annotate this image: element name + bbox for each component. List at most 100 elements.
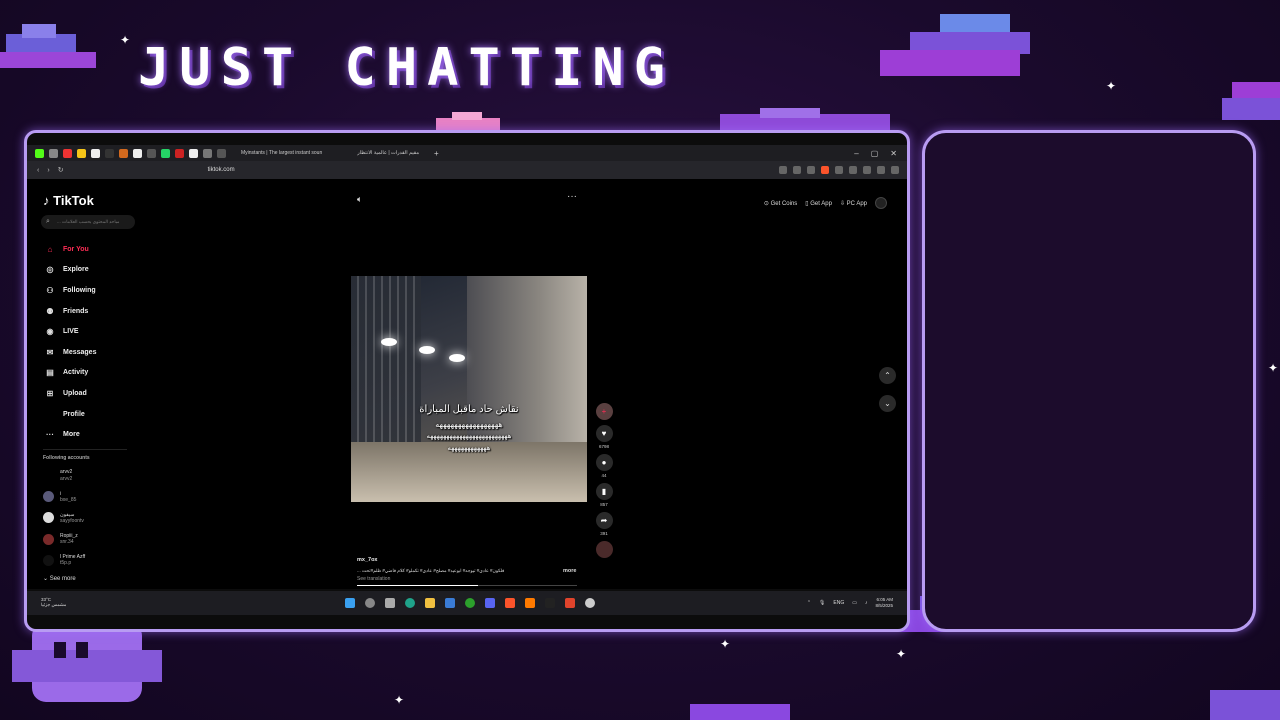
tab-icon-whatsapp[interactable] — [161, 148, 170, 158]
edge-icon[interactable] — [405, 598, 415, 608]
tab-icon-7[interactable] — [119, 148, 128, 158]
search-icon[interactable] — [365, 598, 375, 608]
tab-icon-8[interactable] — [133, 148, 142, 158]
store-icon[interactable] — [445, 598, 455, 608]
new-tab-button[interactable]: + — [434, 149, 439, 158]
tab-icon-5[interactable] — [91, 148, 100, 158]
post-username[interactable]: mx_7ox — [357, 557, 577, 563]
sidebar-item-for-you[interactable]: ⌂ For You — [43, 239, 96, 260]
more-options-icon[interactable]: ··· — [567, 191, 577, 202]
obs-icon[interactable] — [585, 598, 595, 608]
sidebar-item-live[interactable]: ◉ LIVE — [43, 321, 96, 342]
avatar — [43, 491, 54, 503]
share-button[interactable]: ➦ 391 — [593, 512, 615, 536]
following-account[interactable]: Ropiii_z snr.34 — [43, 529, 85, 550]
reload-icon[interactable]: ↻ — [58, 166, 64, 174]
music-disc[interactable] — [593, 541, 615, 558]
avatar — [43, 512, 54, 524]
star-3: ✦ — [720, 637, 731, 651]
brave-active-icon[interactable] — [565, 598, 575, 608]
sidebar-item-following[interactable]: ⚇ Following — [43, 280, 96, 301]
tab-icon-13[interactable] — [203, 148, 212, 158]
like-button[interactable]: ♥ 6798 — [593, 425, 615, 449]
extension-icon-5[interactable] — [835, 166, 843, 174]
video-light — [381, 338, 397, 346]
tab-icon-youtube[interactable] — [63, 148, 72, 158]
comment-button[interactable]: ● 44 — [593, 454, 615, 478]
language-indicator[interactable]: ENG — [833, 600, 844, 606]
previous-video-button[interactable]: ⌃ — [879, 367, 896, 384]
extension-icon-6[interactable] — [849, 166, 857, 174]
tab-arabic[interactable]: مقيم القدرات | عالمية الانتظار — [357, 150, 419, 156]
sidebar-item-messages[interactable]: ✉ Messages — [43, 342, 97, 363]
volume-icon[interactable]: ♪ — [865, 600, 868, 606]
bookmark-count: 857 — [600, 502, 608, 507]
sidebar-item-upload[interactable]: ⊞ Upload — [43, 383, 96, 404]
tab-icon-9[interactable] — [147, 148, 156, 158]
sidebar-item-profile[interactable]: Profile — [43, 404, 96, 425]
back-icon[interactable]: ‹ — [37, 167, 39, 174]
next-video-button[interactable]: ⌄ — [879, 395, 896, 412]
following-account[interactable]: سيفون sayyfoontv — [43, 507, 85, 528]
video-player[interactable]: نقاش حاد ماقبل المباراة هههههههههههههههه… — [351, 276, 587, 502]
close-button[interactable]: ✕ — [890, 149, 897, 158]
tiktok-logo[interactable]: ♪ TikTok — [43, 193, 94, 208]
pc-app-button[interactable]: ⇩ PC App — [840, 200, 867, 207]
camera-frame — [922, 130, 1256, 632]
following-account[interactable]: l Prime Azff t5p.p — [43, 550, 85, 571]
tab-icon-kick[interactable] — [35, 148, 44, 158]
app-icon[interactable] — [525, 598, 535, 608]
menu-icon[interactable] — [891, 166, 899, 174]
tab-icon-12[interactable] — [189, 148, 198, 158]
tab-icon-14[interactable] — [217, 148, 226, 158]
chevron-down-icon: ⌄ — [43, 576, 49, 582]
chevron-up-icon[interactable]: ⌃ — [807, 600, 811, 606]
tab-icon-4[interactable] — [77, 148, 86, 158]
task-view-icon[interactable] — [385, 598, 395, 608]
tab-icon-2[interactable] — [49, 148, 58, 158]
maximize-button[interactable]: ▢ — [871, 149, 879, 158]
more-icon: ··· — [46, 430, 54, 440]
see-more-label: See more — [49, 576, 76, 582]
see-more-button[interactable]: ⌄ See more — [43, 575, 76, 582]
tab-myinstants[interactable]: Myinstants | The largest instant soun — [241, 150, 322, 156]
extension-icon-2[interactable] — [793, 166, 801, 174]
sidebar-item-explore[interactable]: ◎ Explore — [43, 260, 96, 281]
more-link[interactable]: more — [563, 568, 576, 574]
minimize-button[interactable]: – — [854, 149, 858, 158]
profile-avatar[interactable] — [875, 197, 887, 209]
network-icon[interactable]: ▭ — [852, 600, 857, 606]
get-app-button[interactable]: ▯ Get App — [805, 200, 832, 207]
following-account[interactable]: arvv2 arvv2 — [43, 465, 85, 486]
mic-icon[interactable]: 🎙︎ — [819, 600, 825, 606]
tab-icon-6[interactable] — [105, 148, 114, 158]
forward-icon[interactable]: › — [47, 167, 49, 174]
see-translation-link[interactable]: See translation — [357, 576, 577, 582]
file-explorer-icon[interactable] — [425, 598, 435, 608]
extension-icon-8[interactable] — [877, 166, 885, 174]
search-input[interactable]: ⌕ ... مباحد المحتوى بحسب العلامات — [41, 215, 135, 229]
bookmark-button[interactable]: ▮ 857 — [593, 483, 615, 507]
extension-icon-3[interactable] — [807, 166, 815, 174]
volume-icon[interactable]: 🔈︎ — [357, 194, 362, 205]
sidebar-item-more[interactable]: ··· More — [43, 424, 96, 445]
extension-icon-7[interactable] — [863, 166, 871, 174]
terminal-icon[interactable] — [545, 598, 555, 608]
creator-avatar-follow[interactable]: + — [593, 403, 615, 420]
sidebar-item-friends[interactable]: ⚉ Friends — [43, 301, 96, 322]
tab-icon-11[interactable] — [175, 148, 184, 158]
windows-start-icon[interactable] — [345, 598, 355, 608]
video-progress-bar[interactable] — [357, 585, 577, 586]
url-field[interactable]: tiktok.com — [208, 167, 235, 173]
sidebar-item-label: Messages — [63, 348, 97, 356]
brave-shield-icon[interactable] — [821, 166, 829, 174]
brave-icon[interactable] — [505, 598, 515, 608]
following-account[interactable]: i bxe_85 — [43, 486, 85, 507]
discord-icon[interactable] — [485, 598, 495, 608]
extension-icon-1[interactable] — [779, 166, 787, 174]
xbox-icon[interactable] — [465, 598, 475, 608]
sidebar-item-activity[interactable]: ▤ Activity — [43, 363, 96, 384]
weather-widget[interactable]: 33°C مشمس جزئيا — [41, 597, 66, 608]
get-coins-button[interactable]: ⊙ Get Coins — [764, 200, 797, 207]
clock[interactable]: 6:05 AM 8/5/2025 — [875, 597, 893, 609]
